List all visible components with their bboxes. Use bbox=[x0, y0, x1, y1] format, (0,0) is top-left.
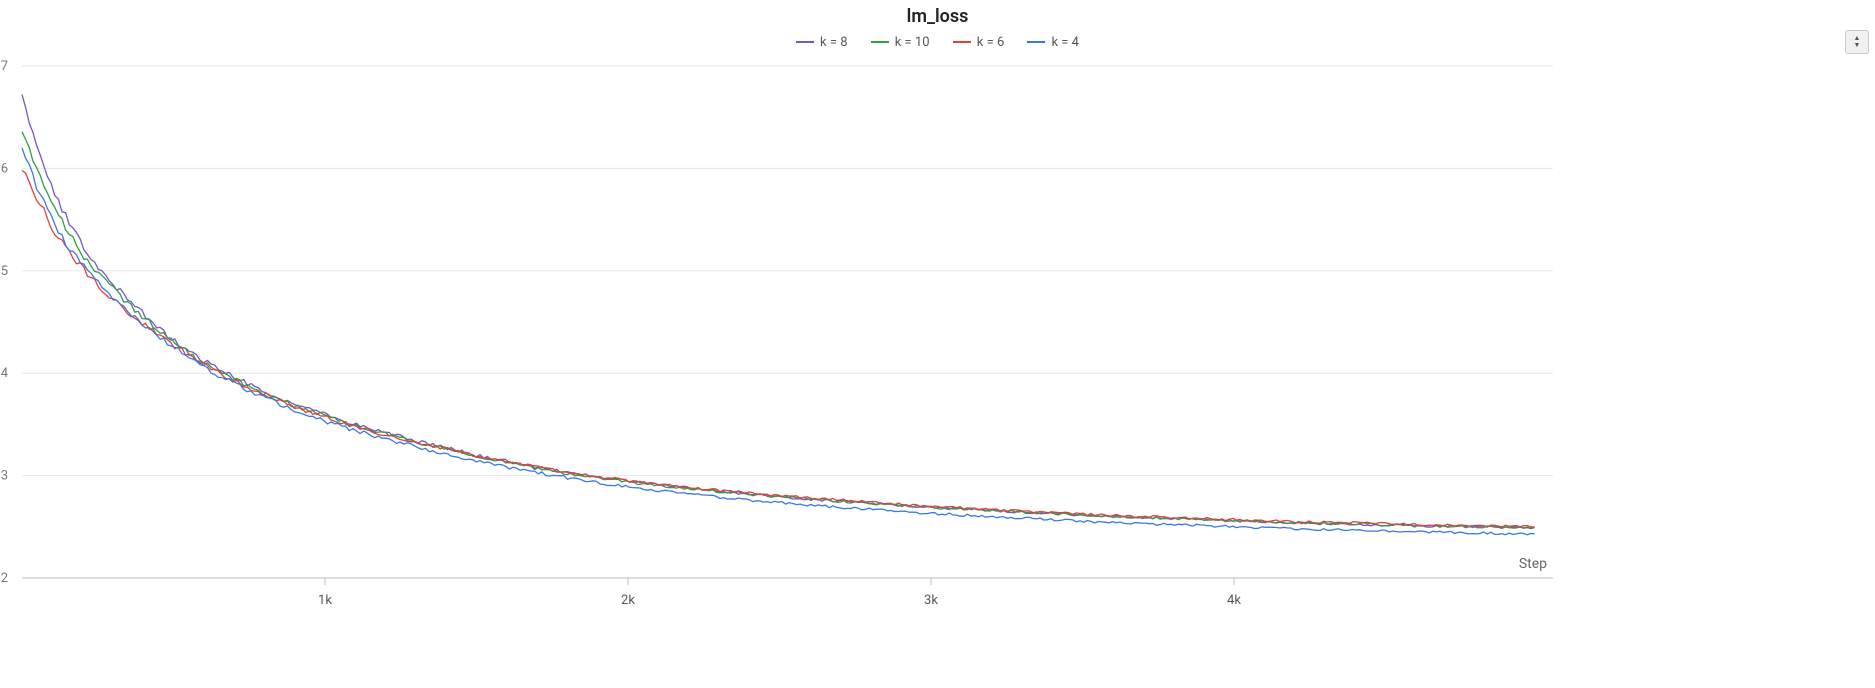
series-swatch-icon bbox=[796, 41, 814, 43]
svg-text:2k: 2k bbox=[621, 593, 635, 608]
svg-text:3: 3 bbox=[1, 469, 8, 484]
chart-legend: k = 8 k = 10 k = 6 k = 4 bbox=[0, 32, 1875, 50]
svg-text:4k: 4k bbox=[1227, 593, 1241, 608]
svg-text:6: 6 bbox=[1, 161, 8, 176]
legend-label: k = 6 bbox=[977, 35, 1004, 50]
chart-options-button[interactable]: ▲ ▼ bbox=[1845, 30, 1869, 54]
svg-text:2: 2 bbox=[1, 571, 8, 586]
legend-label: k = 10 bbox=[895, 35, 930, 50]
svg-text:5: 5 bbox=[1, 264, 8, 279]
svg-text:7: 7 bbox=[1, 59, 8, 74]
series-swatch-icon bbox=[1027, 41, 1045, 43]
chart-svg: 2345671k2k3k4kStep bbox=[22, 60, 1555, 632]
legend-label: k = 8 bbox=[820, 35, 847, 50]
chevron-down-icon: ▼ bbox=[1854, 42, 1861, 49]
svg-text:4: 4 bbox=[1, 366, 9, 381]
legend-item-3[interactable]: k = 4 bbox=[1027, 35, 1078, 50]
svg-text:3k: 3k bbox=[924, 593, 938, 608]
chart-container: { "title": "lm_loss", "xlabel": "Step", … bbox=[0, 0, 1875, 688]
chart-plot-area[interactable]: 2345671k2k3k4kStep bbox=[22, 60, 1555, 632]
svg-text:1k: 1k bbox=[318, 593, 332, 608]
legend-label: k = 4 bbox=[1051, 35, 1078, 50]
series-swatch-icon bbox=[871, 41, 889, 43]
series-swatch-icon bbox=[953, 41, 971, 43]
legend-item-2[interactable]: k = 6 bbox=[953, 35, 1004, 50]
legend-item-0[interactable]: k = 8 bbox=[796, 35, 847, 50]
svg-text:Step: Step bbox=[1519, 556, 1547, 572]
legend-item-1[interactable]: k = 10 bbox=[871, 35, 930, 50]
chart-title: lm_loss bbox=[0, 6, 1875, 27]
